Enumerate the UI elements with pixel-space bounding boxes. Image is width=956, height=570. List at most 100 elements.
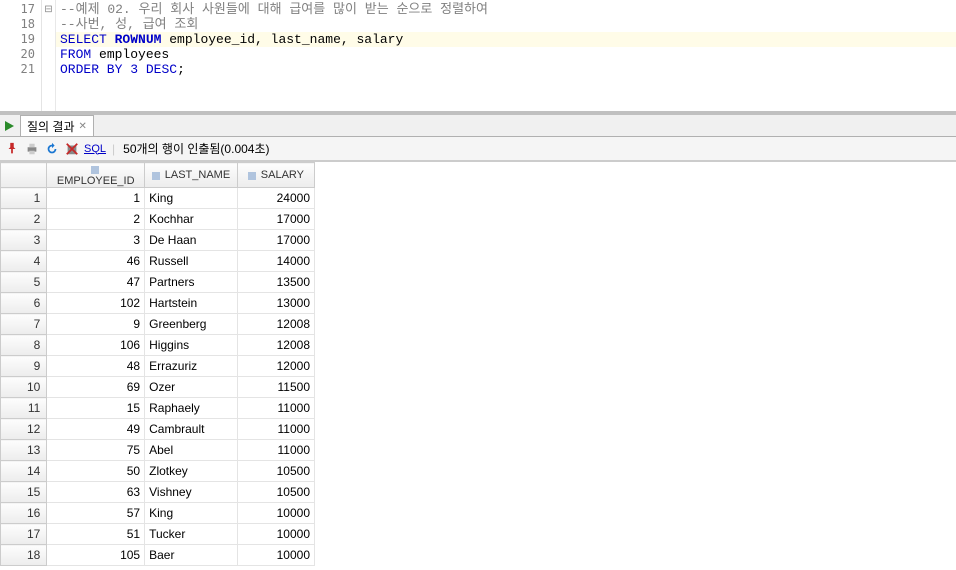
cell-salary[interactable]: 11000 xyxy=(237,440,314,461)
row-number-cell[interactable]: 15 xyxy=(1,482,47,503)
cell-employee-id[interactable]: 63 xyxy=(47,482,145,503)
cell-salary[interactable]: 10500 xyxy=(237,482,314,503)
cell-salary[interactable]: 12000 xyxy=(237,356,314,377)
table-row[interactable]: 1115Raphaely11000 xyxy=(1,398,315,419)
table-row[interactable]: 446Russell14000 xyxy=(1,251,315,272)
row-number-cell[interactable]: 10 xyxy=(1,377,47,398)
table-row[interactable]: 33De Haan17000 xyxy=(1,230,315,251)
row-number-cell[interactable]: 18 xyxy=(1,545,47,566)
row-number-cell[interactable]: 3 xyxy=(1,230,47,251)
cell-employee-id[interactable]: 51 xyxy=(47,524,145,545)
cell-salary[interactable]: 13500 xyxy=(237,272,314,293)
row-number-cell[interactable]: 13 xyxy=(1,440,47,461)
cell-last-name[interactable]: Cambrault xyxy=(145,419,238,440)
code-line[interactable]: --사번, 성, 급여 조회 xyxy=(56,17,956,32)
row-number-cell[interactable]: 11 xyxy=(1,398,47,419)
cell-salary[interactable]: 11500 xyxy=(237,377,314,398)
cell-employee-id[interactable]: 69 xyxy=(47,377,145,398)
cell-employee-id[interactable]: 3 xyxy=(47,230,145,251)
cell-last-name[interactable]: King xyxy=(145,188,238,209)
sql-editor[interactable]: 1718192021 ⊟ --예제 02. 우리 회사 사원들에 대해 급여를 … xyxy=(0,0,956,115)
cell-employee-id[interactable]: 102 xyxy=(47,293,145,314)
cell-employee-id[interactable]: 49 xyxy=(47,419,145,440)
cell-last-name[interactable]: Errazuriz xyxy=(145,356,238,377)
table-row[interactable]: 1249Cambrault11000 xyxy=(1,419,315,440)
table-row[interactable]: 11King24000 xyxy=(1,188,315,209)
close-icon[interactable]: ✕ xyxy=(79,121,87,132)
fold-marker[interactable]: ⊟ xyxy=(42,2,55,17)
row-number-cell[interactable]: 12 xyxy=(1,419,47,440)
cell-employee-id[interactable]: 9 xyxy=(47,314,145,335)
results-grid[interactable]: EMPLOYEE_ID LAST_NAME SALARY 11King24000… xyxy=(0,162,315,566)
cell-last-name[interactable]: Ozer xyxy=(145,377,238,398)
table-row[interactable]: 1657King10000 xyxy=(1,503,315,524)
cell-salary[interactable]: 12008 xyxy=(237,314,314,335)
cell-employee-id[interactable]: 57 xyxy=(47,503,145,524)
cell-salary[interactable]: 17000 xyxy=(237,230,314,251)
cell-last-name[interactable]: Vishney xyxy=(145,482,238,503)
cell-last-name[interactable]: Kochhar xyxy=(145,209,238,230)
cell-last-name[interactable]: Zlotkey xyxy=(145,461,238,482)
table-row[interactable]: 8106Higgins12008 xyxy=(1,335,315,356)
table-row[interactable]: 948Errazuriz12000 xyxy=(1,356,315,377)
row-number-cell[interactable]: 17 xyxy=(1,524,47,545)
cell-salary[interactable]: 14000 xyxy=(237,251,314,272)
row-number-header[interactable] xyxy=(1,163,47,188)
results-grid-wrap[interactable]: EMPLOYEE_ID LAST_NAME SALARY 11King24000… xyxy=(0,161,956,566)
table-row[interactable]: 18105Baer10000 xyxy=(1,545,315,566)
column-header-last-name[interactable]: LAST_NAME xyxy=(145,163,238,188)
row-number-cell[interactable]: 16 xyxy=(1,503,47,524)
row-number-cell[interactable]: 7 xyxy=(1,314,47,335)
row-number-cell[interactable]: 14 xyxy=(1,461,47,482)
cell-employee-id[interactable]: 47 xyxy=(47,272,145,293)
row-number-cell[interactable]: 2 xyxy=(1,209,47,230)
table-row[interactable]: 1751Tucker10000 xyxy=(1,524,315,545)
cell-salary[interactable]: 10000 xyxy=(237,503,314,524)
cell-salary[interactable]: 11000 xyxy=(237,419,314,440)
table-row[interactable]: 1450Zlotkey10500 xyxy=(1,461,315,482)
row-number-cell[interactable]: 1 xyxy=(1,188,47,209)
cell-employee-id[interactable]: 2 xyxy=(47,209,145,230)
cell-salary[interactable]: 10000 xyxy=(237,524,314,545)
row-number-cell[interactable]: 9 xyxy=(1,356,47,377)
column-header-employee-id[interactable]: EMPLOYEE_ID xyxy=(47,163,145,188)
code-line[interactable]: --예제 02. 우리 회사 사원들에 대해 급여를 많이 받는 순으로 정렬하… xyxy=(56,2,956,17)
cell-employee-id[interactable]: 1 xyxy=(47,188,145,209)
cell-salary[interactable]: 13000 xyxy=(237,293,314,314)
cell-salary[interactable]: 17000 xyxy=(237,209,314,230)
cell-employee-id[interactable]: 75 xyxy=(47,440,145,461)
pin-icon[interactable] xyxy=(4,141,20,157)
code-line[interactable]: FROM employees xyxy=(56,47,956,62)
run-icon[interactable] xyxy=(2,119,16,133)
row-number-cell[interactable]: 4 xyxy=(1,251,47,272)
cell-last-name[interactable]: Abel xyxy=(145,440,238,461)
cell-employee-id[interactable]: 50 xyxy=(47,461,145,482)
table-row[interactable]: 6102Hartstein13000 xyxy=(1,293,315,314)
row-number-cell[interactable]: 5 xyxy=(1,272,47,293)
row-number-cell[interactable]: 8 xyxy=(1,335,47,356)
table-row[interactable]: 1069Ozer11500 xyxy=(1,377,315,398)
cell-employee-id[interactable]: 105 xyxy=(47,545,145,566)
cell-last-name[interactable]: Russell xyxy=(145,251,238,272)
cell-last-name[interactable]: Raphaely xyxy=(145,398,238,419)
cell-salary[interactable]: 11000 xyxy=(237,398,314,419)
tab-query-result[interactable]: 질의 결과 ✕ xyxy=(20,115,94,136)
delete-icon[interactable] xyxy=(64,141,80,157)
table-row[interactable]: 547Partners13500 xyxy=(1,272,315,293)
print-icon[interactable] xyxy=(24,141,40,157)
cell-last-name[interactable]: De Haan xyxy=(145,230,238,251)
cell-employee-id[interactable]: 106 xyxy=(47,335,145,356)
sql-button[interactable]: SQL xyxy=(84,143,106,155)
code-line[interactable]: ORDER BY 3 DESC; xyxy=(56,62,956,77)
cell-salary[interactable]: 12008 xyxy=(237,335,314,356)
cell-last-name[interactable]: Greenberg xyxy=(145,314,238,335)
cell-last-name[interactable]: King xyxy=(145,503,238,524)
cell-salary[interactable]: 24000 xyxy=(237,188,314,209)
cell-employee-id[interactable]: 48 xyxy=(47,356,145,377)
table-row[interactable]: 22Kochhar17000 xyxy=(1,209,315,230)
cell-last-name[interactable]: Tucker xyxy=(145,524,238,545)
cell-salary[interactable]: 10000 xyxy=(237,545,314,566)
column-header-salary[interactable]: SALARY xyxy=(237,163,314,188)
cell-employee-id[interactable]: 15 xyxy=(47,398,145,419)
table-row[interactable]: 1563Vishney10500 xyxy=(1,482,315,503)
